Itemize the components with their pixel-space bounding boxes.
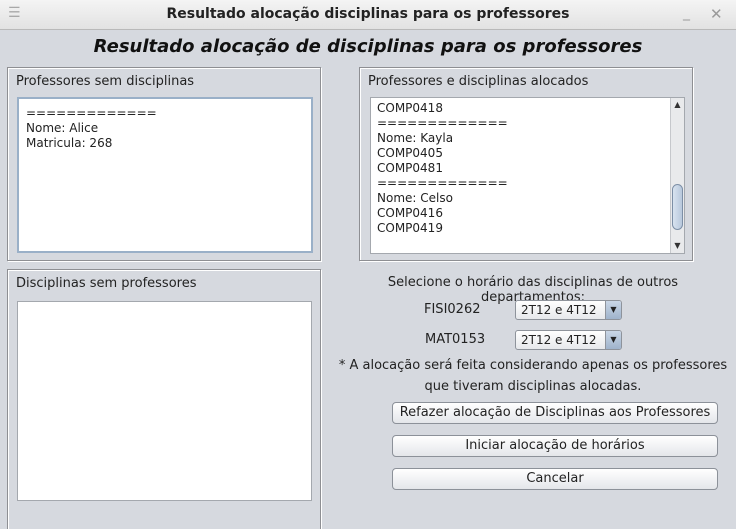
panel-unassigned-professors: Professores sem disciplinas ============…: [7, 67, 321, 261]
allocation-note-line1: * A alocação será feita considerando ape…: [338, 358, 728, 373]
assigned-textarea[interactable]: COMP0418 ============= Nome: Kayla COMP0…: [370, 97, 685, 254]
minimize-icon[interactable]: _: [683, 5, 697, 23]
select-value: 2T12 e 4T12: [521, 333, 597, 347]
panel-title: Disciplinas sem professores: [16, 276, 197, 291]
mat0153-schedule-select[interactable]: 2T12 e 4T12 ▼: [515, 330, 622, 350]
select-value: 2T12 e 4T12: [521, 303, 597, 317]
select-label-mat0153: MAT0153: [425, 332, 486, 347]
fisi0262-schedule-select[interactable]: 2T12 e 4T12 ▼: [515, 300, 622, 320]
panel-unassigned-courses: Disciplinas sem professores: [7, 269, 321, 529]
scroll-thumb[interactable]: [672, 184, 683, 230]
unassigned-professors-textarea[interactable]: ============= Nome: Alice Matricula: 268: [17, 97, 313, 253]
panel-assigned: Professores e disciplinas alocados COMP0…: [359, 67, 693, 261]
title-bar: ☰ Resultado alocação disciplinas para os…: [0, 0, 736, 30]
window-body: Resultado alocação de disciplinas para o…: [0, 30, 736, 529]
cancel-button[interactable]: Cancelar: [392, 468, 718, 490]
select-label-fisi0262: FISI0262: [424, 302, 481, 317]
panel-title: Professores sem disciplinas: [16, 74, 195, 89]
start-schedule-allocation-button[interactable]: Iniciar alocação de horários: [392, 435, 718, 457]
vertical-scrollbar[interactable]: ▲ ▼: [670, 98, 684, 253]
panel-title: Professores e disciplinas alocados: [368, 74, 589, 89]
chevron-down-icon[interactable]: ▼: [605, 301, 621, 319]
redo-allocation-button[interactable]: Refazer alocação de Disciplinas aos Prof…: [392, 402, 718, 424]
chevron-down-icon[interactable]: ▼: [605, 331, 621, 349]
scroll-up-icon[interactable]: ▲: [671, 98, 684, 112]
allocation-note-line2: que tiveram disciplinas alocadas.: [424, 379, 642, 394]
close-icon[interactable]: ✕: [710, 5, 726, 23]
assigned-text: COMP0418 ============= Nome: Kayla COMP0…: [377, 101, 508, 235]
scroll-down-icon[interactable]: ▼: [671, 239, 684, 253]
page-heading: Resultado alocação de disciplinas para o…: [93, 36, 643, 57]
unassigned-courses-textarea[interactable]: [17, 301, 312, 501]
window-title: Resultado alocação disciplinas para os p…: [166, 6, 570, 22]
